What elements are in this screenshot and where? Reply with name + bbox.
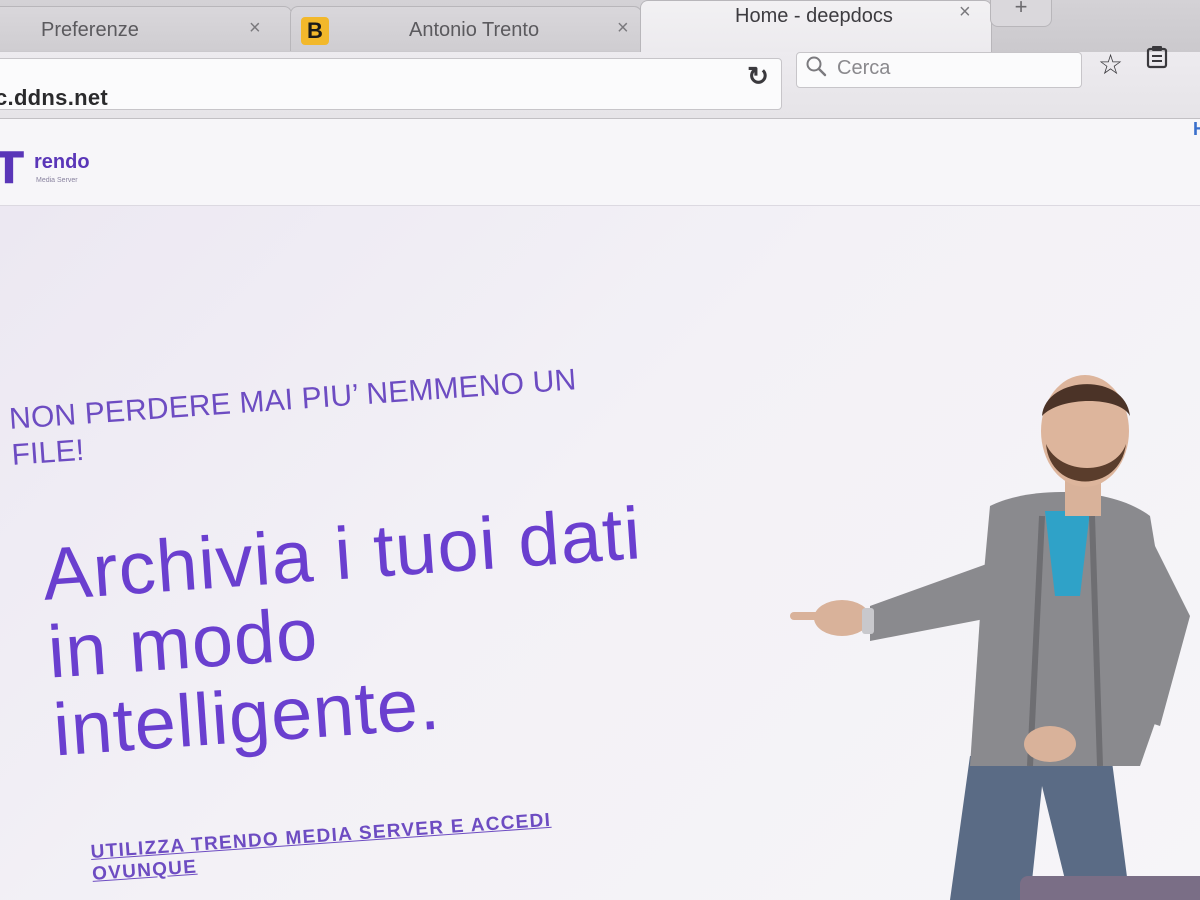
tab-title: Home - deepdocs (735, 5, 893, 27)
tab-bar: Preferenze × B Antonio Trento × Home - d… (0, 0, 1200, 58)
search-icon (805, 55, 827, 83)
browser-window: Preferenze × B Antonio Trento × Home - d… (0, 0, 1200, 900)
blog-favicon-icon: B (301, 17, 329, 45)
hero-title: Archivia i tuoi dati in modo intelligent… (39, 491, 645, 772)
tab-antonio-trento[interactable]: B Antonio Trento × (290, 6, 642, 51)
reader-list-icon[interactable] (1144, 44, 1170, 70)
hero-cta-link[interactable]: UTILIZZA TRENDO MEDIA SERVER E ACCEDI OV… (90, 806, 612, 886)
star-icon[interactable]: ☆ (1098, 48, 1123, 81)
url-text: c.ddns.net (0, 85, 109, 110)
logo-subtitle: Media Server (36, 177, 78, 184)
browser-toolbar: c.ddns.net ↻ Cerca ☆ (0, 46, 1200, 119)
trendo-logo[interactable]: T rendo Media Server (0, 147, 114, 197)
close-icon[interactable]: × (959, 1, 971, 24)
tab-home-deepdocs[interactable]: Home - deepdocs × (640, 0, 992, 53)
close-icon[interactable]: × (249, 17, 261, 40)
tab-preferenze[interactable]: Preferenze × (0, 6, 292, 51)
close-icon[interactable]: × (617, 17, 629, 40)
search-input[interactable]: Cerca (796, 52, 1082, 88)
hero-kicker: NON PERDERE MAI PIU’ NEMMENO UN FILE! (8, 363, 578, 472)
reload-icon[interactable]: ↻ (738, 58, 778, 94)
os-dock (1020, 876, 1200, 900)
new-tab-button[interactable]: + (990, 0, 1052, 27)
site-header: T rendo Media Server H (0, 119, 1200, 206)
hero-section: NON PERDERE MAI PIU’ NEMMENO UN FILE! Ar… (0, 206, 1200, 900)
search-placeholder: Cerca (837, 57, 891, 79)
address-bar[interactable]: c.ddns.net (0, 58, 782, 110)
logo-word: rendo (34, 151, 90, 173)
tab-title: Preferenze (41, 19, 139, 41)
logo-mark: T (0, 143, 25, 194)
header-nav-link[interactable]: H (1193, 119, 1200, 140)
tab-title: Antonio Trento (409, 19, 540, 41)
presenter-photo (790, 375, 1190, 900)
